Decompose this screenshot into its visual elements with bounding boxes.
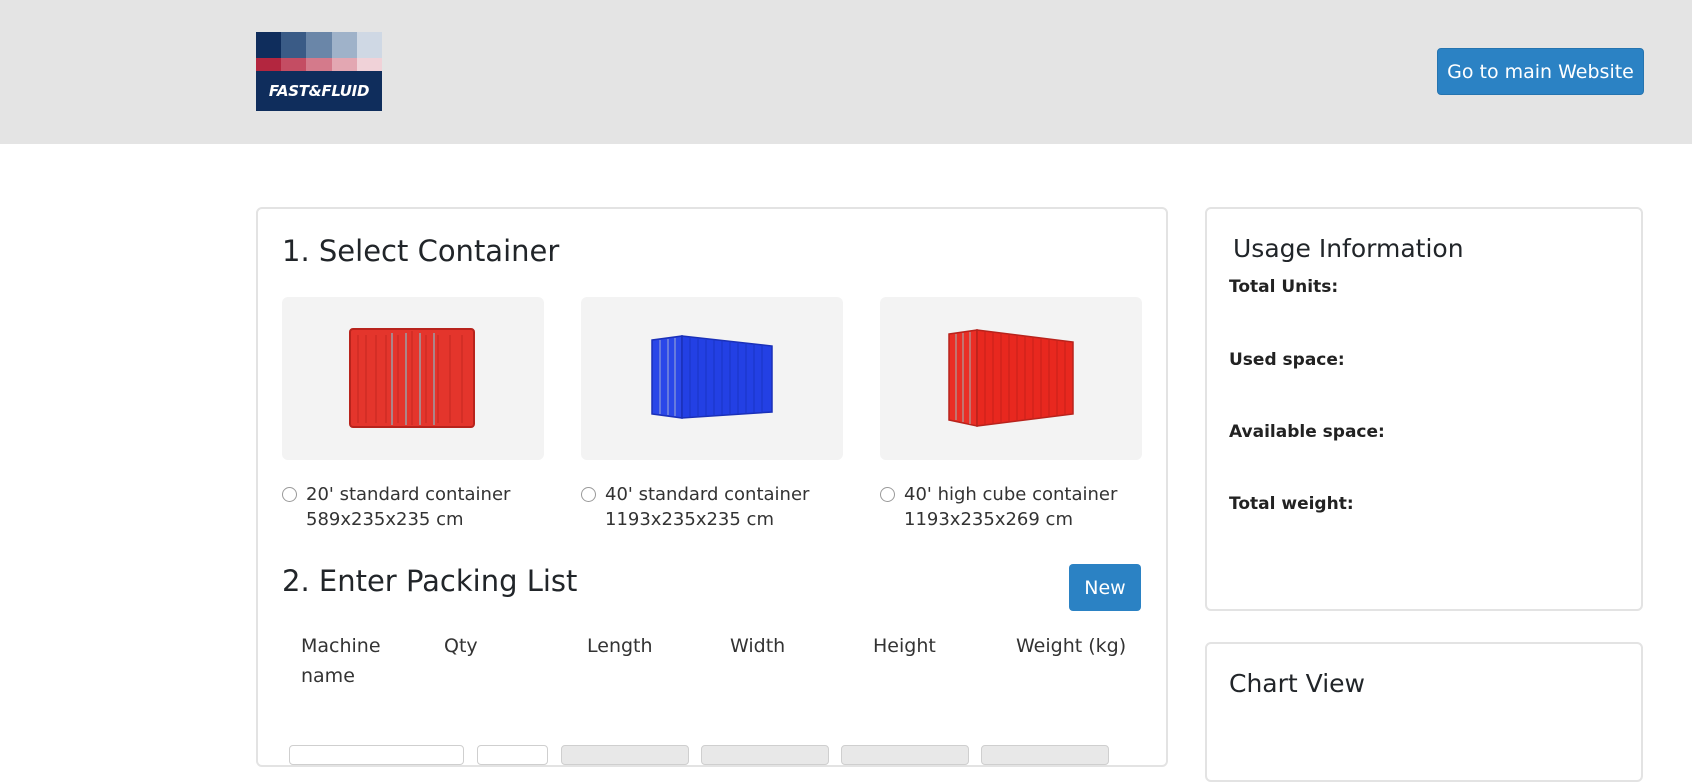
container-40ft-hc-icon [948, 328, 1074, 427]
length-input[interactable] [561, 745, 689, 765]
machine-name-input[interactable] [289, 745, 464, 765]
usage-information-card [1205, 207, 1643, 611]
logo-wordmark: FAST&FLUID [256, 71, 382, 111]
column-header-length: Length [587, 635, 653, 657]
total-units-label: Total Units: [1229, 277, 1339, 297]
chart-view-title: Chart View [1229, 669, 1365, 698]
width-input[interactable] [701, 745, 829, 765]
available-space-label: Available space: [1229, 422, 1385, 442]
usage-information-title: Usage Information [1233, 234, 1464, 263]
container-20ft-icon [349, 327, 475, 428]
container-dims: 1193x235x235 cm [605, 509, 774, 530]
container-image-box[interactable] [282, 297, 544, 460]
container-option-label[interactable]: 40' high cube container 1193x235x269 cm [880, 482, 1142, 532]
column-header-machine-name: Machine name [301, 635, 381, 687]
chart-view-card [1205, 642, 1643, 782]
total-weight-label: Total weight: [1229, 494, 1354, 514]
container-image-box[interactable] [581, 297, 843, 460]
packing-list-title: 2. Enter Packing List [282, 564, 578, 598]
container-image-box[interactable] [880, 297, 1142, 460]
height-input[interactable] [841, 745, 969, 765]
container-option-20ft[interactable]: 20' standard container 589x235x235 cm [282, 297, 544, 532]
column-header-height: Height [873, 635, 936, 657]
header-bar: FAST&FLUID Go to main Website [0, 0, 1692, 144]
container-option-40ft[interactable]: 40' standard container 1193x235x235 cm [581, 297, 843, 532]
weight-input[interactable] [981, 745, 1109, 765]
radio-20ft[interactable] [282, 487, 297, 502]
select-container-title: 1. Select Container [282, 234, 560, 268]
container-40ft-icon [651, 334, 773, 419]
used-space-label: Used space: [1229, 350, 1345, 370]
qty-input[interactable] [477, 745, 548, 765]
logo-red-stripe [256, 58, 382, 71]
brand-logo[interactable]: FAST&FLUID [256, 32, 382, 111]
new-row-button[interactable]: New [1069, 564, 1141, 611]
column-header-weight: Weight (kg) [1016, 635, 1127, 657]
container-name: 40' high cube container [904, 484, 1118, 505]
main-website-button[interactable]: Go to main Website [1437, 48, 1644, 95]
container-name: 20' standard container [306, 484, 511, 505]
logo-blue-stripe [256, 32, 382, 58]
container-dims: 1193x235x269 cm [904, 509, 1073, 530]
column-header-qty: Qty [444, 635, 478, 657]
container-dims: 589x235x235 cm [306, 509, 464, 530]
container-option-label[interactable]: 40' standard container 1193x235x235 cm [581, 482, 843, 532]
column-header-width: Width [730, 635, 786, 657]
container-name: 40' standard container [605, 484, 810, 505]
container-option-label[interactable]: 20' standard container 589x235x235 cm [282, 482, 544, 532]
radio-40ft-hc[interactable] [880, 487, 895, 502]
container-option-40ft-hc[interactable]: 40' high cube container 1193x235x269 cm [880, 297, 1142, 532]
radio-40ft[interactable] [581, 487, 596, 502]
